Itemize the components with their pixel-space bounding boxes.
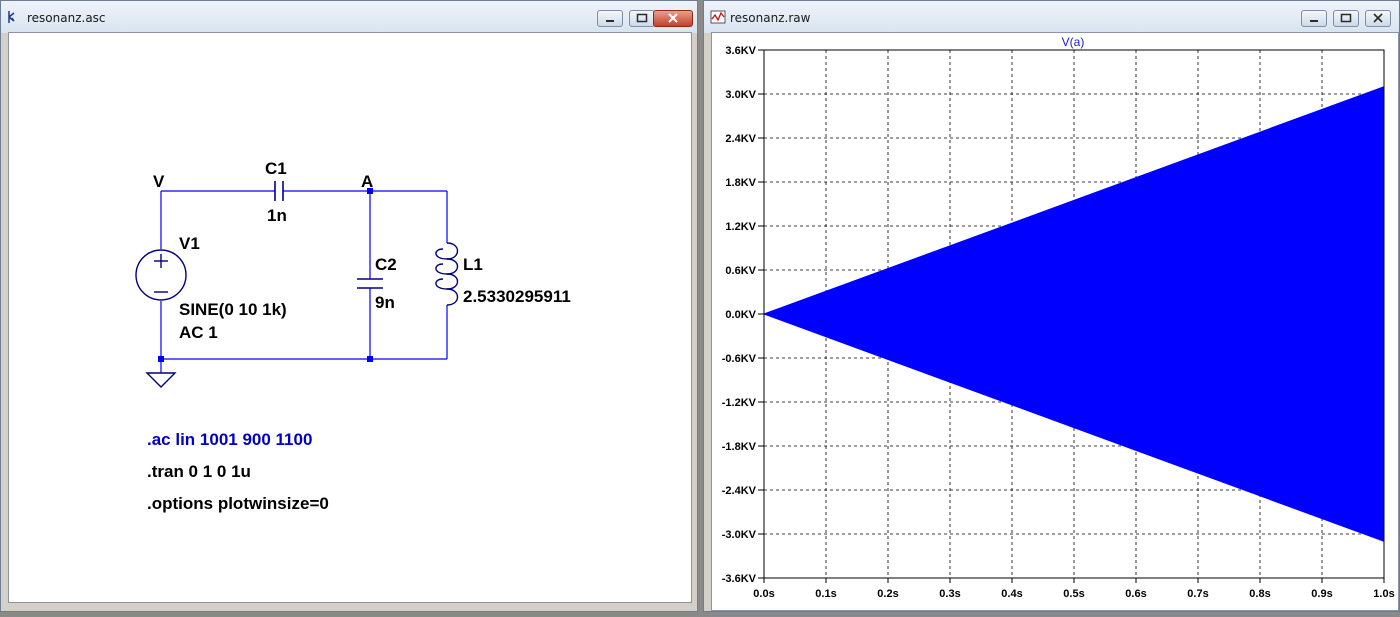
ground-icon [145, 372, 177, 388]
y-tick-label: -3.6KV [722, 573, 757, 585]
waveform-plot-pane[interactable]: V(a) 3.6KV 3.0KV 2.4KV 1.8KV 1.2KV 0.6KV 0.0KV… [711, 32, 1399, 611]
maximize-icon [636, 13, 648, 23]
close-button[interactable] [1365, 10, 1391, 27]
x-tick-label: 0.1s [815, 588, 836, 600]
close-icon [668, 13, 678, 23]
y-tick-label: 3.0KV [725, 89, 756, 101]
l1-name-label: L1 [463, 255, 483, 274]
inductor-l1-symbol[interactable] [435, 242, 459, 306]
close-icon [1373, 13, 1383, 23]
x-tick-label: 0.7s [1187, 588, 1208, 600]
y-tick-label: -0.6KV [722, 353, 757, 365]
y-tick-label: 2.4KV [725, 133, 756, 145]
x-tick-label: 1.0s [1373, 588, 1394, 600]
y-axis: 3.6KV 3.0KV 2.4KV 1.8KV 1.2KV 0.6KV 0.0KV -0.6K… [722, 45, 764, 585]
minimize-button[interactable] [1301, 10, 1327, 27]
x-tick-label: 0.5s [1063, 588, 1084, 600]
x-tick-label: 0.8s [1249, 588, 1270, 600]
node-label-a: A [361, 172, 373, 191]
trace-label-v-a[interactable]: V(a) [1062, 35, 1085, 49]
tran-directive[interactable]: .tran 0 1 0 1u [147, 462, 251, 481]
schematic-drawing: V A C1 1n C2 9n L1 2.5330295911 V1 SINE(… [135, 159, 571, 513]
options-directive[interactable]: .options plotwinsize=0 [147, 494, 329, 513]
x-tick-label: 0.4s [1001, 588, 1022, 600]
y-tick-label: 0.0KV [725, 309, 756, 321]
schematic-canvas[interactable]: V A C1 1n C2 9n L1 2.5330295911 V1 SINE(… [8, 32, 692, 603]
y-tick-label: -2.4KV [722, 485, 757, 497]
waveform-window: resonanz.raw V(a) 3.6KV 3.0KV 2.4KV 1.8KV 1.… [703, 0, 1400, 612]
minimize-icon [606, 20, 614, 22]
v1-ac-label: AC 1 [179, 323, 218, 342]
maximize-button[interactable] [629, 10, 655, 27]
c1-value-label: 1n [267, 206, 287, 225]
schematic-titlebar[interactable]: resonanz.asc [1, 1, 697, 33]
v1-name-label: V1 [179, 234, 200, 253]
x-tick-label: 0.9s [1311, 588, 1332, 600]
v1-value-label: SINE(0 10 1k) [179, 300, 287, 319]
close-button[interactable] [653, 10, 693, 27]
waveform-viewer-icon [710, 10, 726, 24]
x-tick-label: 0.3s [939, 588, 960, 600]
waveform-chart: V(a) 3.6KV 3.0KV 2.4KV 1.8KV 1.2KV 0.6KV 0.0KV… [722, 35, 1395, 600]
c1-name-label: C1 [265, 159, 287, 178]
y-tick-label: 3.6KV [725, 45, 756, 57]
l1-value-label: 2.5330295911 [463, 287, 571, 306]
schematic-title: resonanz.asc [27, 11, 106, 25]
maximize-icon [1340, 13, 1352, 23]
ac-directive[interactable]: .ac lin 1001 900 1100 [147, 430, 312, 449]
y-tick-label: 1.2KV [725, 221, 756, 233]
waveform-title: resonanz.raw [730, 11, 811, 25]
minimize-button[interactable] [597, 10, 623, 27]
y-tick-label: -1.2KV [722, 397, 757, 409]
y-tick-label: -3.0KV [722, 529, 757, 541]
wires [160, 190, 448, 373]
minimize-icon [1310, 20, 1318, 22]
node-label-v: V [153, 172, 165, 191]
waveform-titlebar[interactable]: resonanz.raw [704, 1, 1399, 33]
x-tick-label: 0.2s [877, 588, 898, 600]
y-tick-label: 1.8KV [725, 177, 756, 189]
schematic-window: resonanz.asc V A C1 1n C2 9n L1 2.533029… [0, 0, 698, 612]
x-axis: 0.0s 0.1s 0.2s 0.3s 0.4s 0.5s 0.6s 0.7s 0.8s 0.9s… [753, 578, 1395, 600]
c2-name-label: C2 [375, 255, 397, 274]
c2-value-label: 9n [375, 293, 395, 312]
capacitor-c2-symbol[interactable] [357, 278, 383, 289]
maximize-button[interactable] [1333, 10, 1359, 27]
ltspice-schematic-icon [8, 11, 15, 23]
capacitor-c1-symbol[interactable] [274, 181, 284, 201]
x-tick-label: 0.0s [753, 588, 774, 600]
x-tick-label: 0.6s [1125, 588, 1146, 600]
voltage-source-v1-symbol[interactable] [135, 249, 187, 301]
y-tick-label: -1.8KV [722, 441, 757, 453]
y-tick-label: 0.6KV [725, 265, 756, 277]
